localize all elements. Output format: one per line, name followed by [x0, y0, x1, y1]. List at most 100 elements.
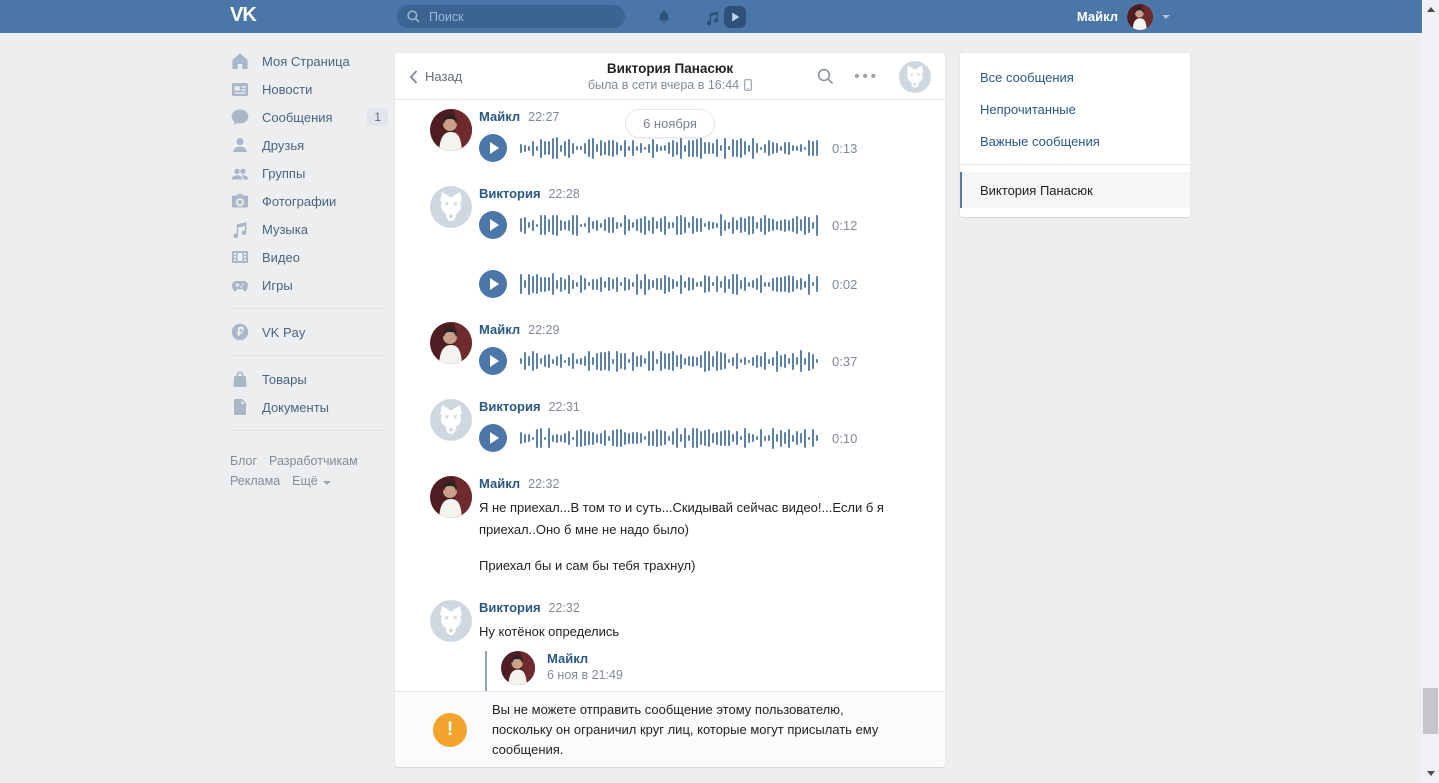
- message-body: Виктория22:280:12: [479, 186, 920, 240]
- play-icon: [490, 278, 499, 290]
- message-text: Ну котёнок определись: [479, 621, 920, 643]
- sidebar-item-photos[interactable]: Фотографии: [230, 187, 388, 215]
- default-dog-avatar[interactable]: [430, 186, 472, 228]
- filter-all-messages[interactable]: Все сообщения: [960, 61, 1190, 93]
- voice-waveform[interactable]: [520, 348, 822, 374]
- quoted-message: Майкл6 ноя в 21:49Я приехал...Могу скину…: [485, 651, 920, 691]
- music-note-icon[interactable]: [700, 5, 724, 29]
- sidebar-item-vk-pay[interactable]: VK Pay: [230, 318, 388, 346]
- play-button[interactable]: [479, 424, 507, 452]
- voice-waveform[interactable]: [520, 425, 822, 451]
- warning-text: Вы не можете отправить сообщение этому п…: [492, 700, 897, 760]
- sender-name[interactable]: Виктория: [479, 600, 541, 615]
- date-separator: 6 ноября: [625, 109, 715, 138]
- play-button[interactable]: [479, 347, 507, 375]
- messages-filter-panel: Все сообщенияНепрочитанныеВажные сообщен…: [960, 53, 1190, 217]
- play-icon: [490, 355, 499, 367]
- user-photo-avatar[interactable]: [430, 109, 472, 151]
- voice-waveform[interactable]: [520, 271, 822, 297]
- footer-row: Реклама Ещё: [230, 471, 388, 491]
- sidebar-item-market[interactable]: Товары: [230, 365, 388, 393]
- sender-name[interactable]: Виктория: [479, 399, 541, 414]
- sidebar-item-label: Документы: [262, 400, 329, 415]
- play-button[interactable]: [479, 134, 507, 162]
- sidebar-item-games[interactable]: Игры: [230, 271, 388, 299]
- chat-peer-avatar[interactable]: [899, 61, 931, 93]
- chat-panel: Назад Виктория Панасюк была в сети вчера…: [395, 53, 945, 767]
- message-body: Майкл22:32Я не приехал...В том то и суть…: [479, 476, 920, 577]
- top-bar: VK Майкл: [0, 0, 1422, 33]
- footer-link[interactable]: Блог: [230, 454, 257, 468]
- sidebar-item-messages[interactable]: Сообщения1: [230, 103, 388, 131]
- market-icon: [230, 369, 250, 389]
- scroll-down-arrow-icon[interactable]: [1422, 766, 1439, 781]
- sidebar-item-video[interactable]: Видео: [230, 243, 388, 271]
- message-history[interactable]: 6 ноября Майкл22:270:13Виктория22:280:12…: [395, 100, 945, 691]
- scrollbar-thumb[interactable]: [1423, 688, 1438, 734]
- voice-waveform[interactable]: [520, 212, 822, 238]
- vkpay-icon: [230, 322, 250, 342]
- sidebar-item-label: VK Pay: [262, 325, 305, 340]
- sidebar-item-label: Товары: [262, 372, 307, 387]
- left-sidebar: Моя Страница Новости Сообщения1ДрузьяГрупп…: [230, 47, 388, 491]
- back-button[interactable]: Назад: [409, 53, 462, 100]
- sender-name[interactable]: Майкл: [479, 109, 520, 124]
- warning-exclamation-icon: !: [433, 713, 467, 747]
- message-time: 22:28: [549, 187, 580, 201]
- sidebar-item-label: Фотографии: [262, 194, 336, 209]
- chat-more-actions-icon[interactable]: •••: [854, 72, 879, 82]
- notifications-bell-icon[interactable]: [652, 5, 676, 29]
- topbar-user-avatar: [1127, 4, 1153, 30]
- message-body: Виктория22:31 0:10: [479, 399, 920, 453]
- chevron-left-icon: [409, 70, 418, 84]
- sidebar-item-docs[interactable]: Документы: [230, 393, 388, 421]
- video-play-app-icon[interactable]: [723, 5, 747, 29]
- vk-logo[interactable]: VK: [230, 4, 256, 27]
- voice-waveform[interactable]: [520, 135, 822, 161]
- quoted-sender-name[interactable]: Майкл: [547, 651, 920, 667]
- message-header: Майкл 22:32: [479, 476, 920, 494]
- footer-more-link[interactable]: Ещё: [292, 474, 343, 488]
- sidebar-item-friends[interactable]: Друзья: [230, 131, 388, 159]
- footer-link[interactable]: Разработчикам: [269, 454, 358, 468]
- scroll-up-arrow-icon[interactable]: [1422, 2, 1439, 17]
- user-photo-avatar[interactable]: [501, 651, 535, 685]
- sidebar-item-music[interactable]: Музыка: [230, 215, 388, 243]
- default-dog-avatar[interactable]: [430, 399, 472, 441]
- sender-name[interactable]: Майкл: [479, 476, 520, 491]
- sidebar-item-my-page[interactable]: Моя Страница: [230, 47, 388, 75]
- groups-icon: [230, 163, 250, 183]
- back-label: Назад: [425, 69, 462, 84]
- sidebar-item-label: Новости: [262, 82, 312, 97]
- sender-name[interactable]: Майкл: [479, 322, 520, 337]
- chat-search-icon[interactable]: [817, 68, 834, 85]
- sidebar-item-label: Моя Страница: [262, 54, 350, 69]
- search-icon: [407, 10, 420, 23]
- play-button[interactable]: [479, 211, 507, 239]
- default-dog-avatar[interactable]: [430, 600, 472, 642]
- sidebar-item-groups[interactable]: Группы: [230, 159, 388, 187]
- topbar-user-menu[interactable]: Майкл: [1077, 3, 1170, 30]
- message-time: 22:32: [528, 477, 559, 491]
- user-photo-avatar[interactable]: [430, 476, 472, 518]
- games-icon: [230, 275, 250, 295]
- message-header: Виктория22:31: [479, 399, 920, 417]
- footer-link[interactable]: Реклама: [230, 474, 280, 488]
- filter-important-messages[interactable]: Важные сообщения: [960, 125, 1190, 157]
- sidebar-item-label: Игры: [262, 278, 293, 293]
- window-scrollbar[interactable]: [1422, 0, 1439, 783]
- play-button[interactable]: [479, 270, 507, 298]
- filter-unread[interactable]: Непрочитанные: [960, 93, 1190, 125]
- active-dialog-item[interactable]: Виктория Панасюк: [960, 172, 1190, 208]
- chat-header: Назад Виктория Панасюк была в сети вчера…: [395, 53, 945, 100]
- message: Майкл22:32Я не приехал...В том то и суть…: [395, 467, 945, 577]
- user-photo-avatar[interactable]: [430, 322, 472, 364]
- sender-name[interactable]: Виктория: [479, 186, 541, 201]
- voice-duration: 0:13: [832, 141, 857, 156]
- search-input[interactable]: [427, 9, 615, 25]
- voice-message: 0:02: [479, 269, 920, 299]
- sidebar-item-news[interactable]: Новости: [230, 75, 388, 103]
- voice-message: 0:10: [479, 423, 920, 453]
- voice-duration: 0:37: [832, 354, 857, 369]
- send-restriction-warning: ! Вы не можете отправить сообщение этому…: [395, 691, 945, 767]
